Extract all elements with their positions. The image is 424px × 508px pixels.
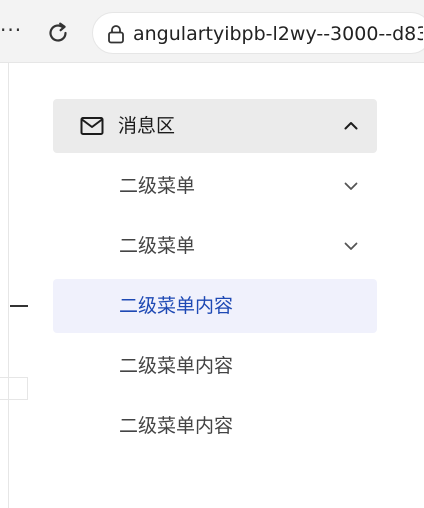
lock-icon [108,25,124,44]
menu-item-label: 二级菜单内容 [119,295,234,317]
panel-divider [8,62,9,508]
more-icon[interactable]: ··· [0,18,22,42]
chevron-down-icon[interactable] [342,237,360,255]
url-text[interactable]: angulartyibpb-l2wy--3000--d83 [133,22,423,46]
submenu-label: 二级菜单 [119,175,196,197]
menu-item-label: 二级菜单内容 [119,355,234,377]
chevron-up-icon[interactable] [342,117,360,135]
submenu-label: 二级菜单 [119,235,196,257]
partial-input-box [0,377,28,400]
menu-item[interactable]: 二级菜单内容 [53,339,377,393]
reload-icon[interactable] [45,20,71,46]
menu-header-title: 消息区 [118,115,176,137]
submenu-item[interactable]: 二级菜单 [53,219,377,273]
chevron-down-icon[interactable] [342,177,360,195]
collapse-handle[interactable] [10,305,28,307]
side-menu: 消息区 二级菜单 二级菜单 二级菜单内容 二级菜单内容 二级菜单内容 [53,99,377,453]
submenu-item[interactable]: 二级菜单 [53,159,377,213]
menu-item-active[interactable]: 二级菜单内容 [53,279,377,333]
menu-item-label: 二级菜单内容 [119,415,234,437]
menu-header-message-area[interactable]: 消息区 [53,99,377,153]
menu-item[interactable]: 二级菜单内容 [53,399,377,453]
mail-icon [80,117,104,135]
address-bar[interactable]: angulartyibpb-l2wy--3000--d83 [92,12,424,54]
browser-toolbar: ··· angulartyibpb-l2wy--3000--d83 [0,0,424,63]
